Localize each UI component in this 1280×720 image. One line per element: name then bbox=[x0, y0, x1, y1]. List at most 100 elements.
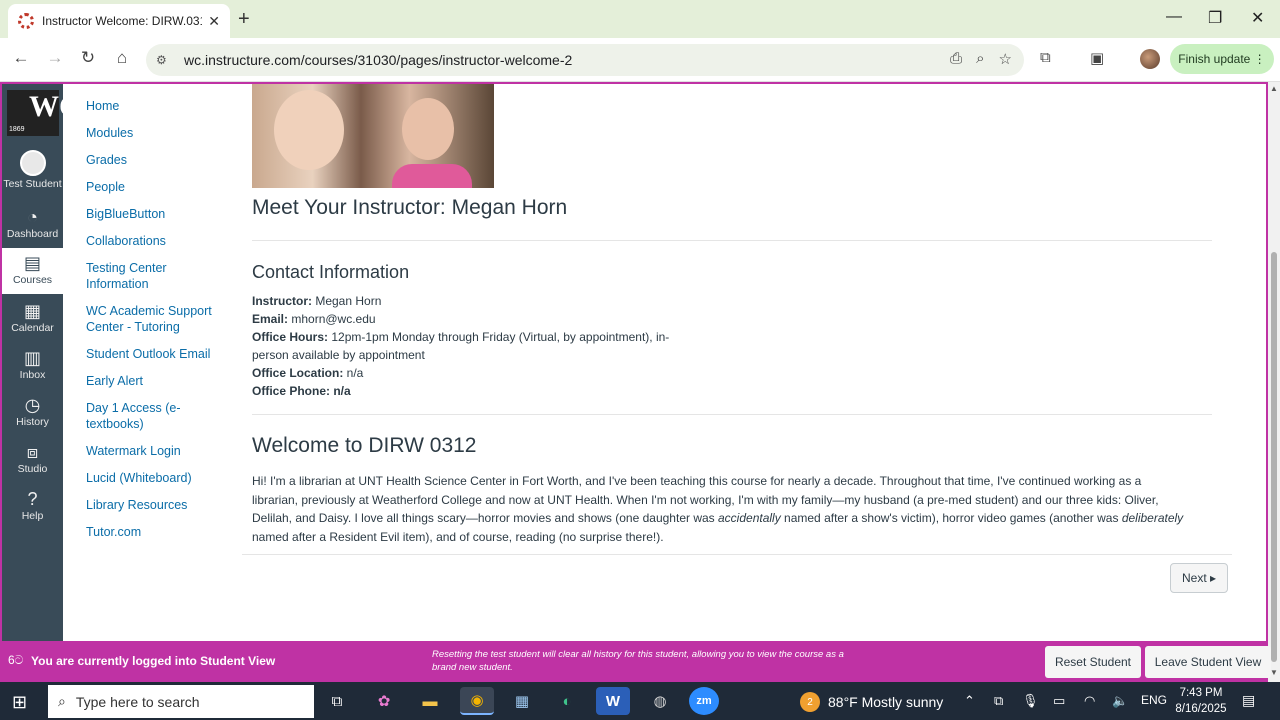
reload-button[interactable]: ↻ bbox=[77, 48, 99, 68]
browser-toolbar: ← → ↻ ⌂ ⚙ wc.instructure.com/courses/310… bbox=[0, 38, 1280, 82]
course-nav-modules[interactable]: Modules bbox=[86, 125, 226, 141]
studio-icon: ⧈ bbox=[26, 442, 39, 462]
divider bbox=[252, 414, 1212, 415]
course-nav-academic-support[interactable]: WC Academic Support Center - Tutoring bbox=[86, 303, 226, 335]
course-nav-tutor[interactable]: Tutor.com bbox=[86, 524, 226, 540]
instructor-bio: Hi! I'm a librarian at UNT Health Scienc… bbox=[252, 474, 1184, 544]
battery-icon[interactable]: ▭ bbox=[1053, 693, 1065, 709]
snipping-tool-icon[interactable]: ◍ bbox=[643, 687, 677, 715]
site-info-icon[interactable]: ⚙ bbox=[156, 53, 174, 67]
search-icon: ⌕ bbox=[58, 693, 66, 709]
course-nav-lucid[interactable]: Lucid (Whiteboard) bbox=[86, 470, 226, 486]
microphone-icon[interactable]: 🎙 bbox=[1022, 693, 1039, 709]
dashboard-icon: ◔ bbox=[27, 207, 38, 227]
help-icon: ? bbox=[27, 489, 38, 509]
page-scrollbar[interactable]: ▲ ▼ bbox=[1268, 82, 1280, 682]
gnav-calendar[interactable]: ▦ Calendar bbox=[2, 300, 63, 346]
avatar bbox=[19, 150, 46, 176]
course-nav-people[interactable]: People bbox=[86, 179, 226, 195]
file-explorer-icon[interactable]: ▬ bbox=[413, 687, 447, 715]
course-nav-library[interactable]: Library Resources bbox=[86, 497, 226, 513]
language-indicator[interactable]: ENG bbox=[1141, 693, 1167, 707]
courses-icon: ▤ bbox=[23, 253, 41, 273]
volume-icon[interactable]: 🔈 bbox=[1112, 693, 1128, 709]
weather-icon: 2 bbox=[800, 692, 820, 712]
canvas-favicon-icon bbox=[18, 13, 34, 29]
next-button[interactable]: Next ▸ bbox=[1170, 563, 1228, 593]
gnav-account[interactable]: Test Student bbox=[2, 150, 63, 196]
windows-taskbar: ⊞ ⌕ Type here to search ⧉ ✿ ▬ ◉ ▦ ◐ W ◍ … bbox=[0, 682, 1280, 720]
divider bbox=[242, 554, 1232, 555]
student-view-message: You are currently logged into Student Vi… bbox=[31, 654, 276, 668]
history-icon: ◷ bbox=[24, 395, 41, 415]
taskbar-search[interactable]: ⌕ Type here to search bbox=[48, 685, 314, 718]
edge-icon[interactable]: ◐ bbox=[550, 687, 584, 715]
weather-text: 88°F Mostly sunny bbox=[828, 694, 944, 710]
meet-instructor-heading: Meet Your Instructor: Megan Horn bbox=[252, 196, 568, 219]
forward-button[interactable]: → bbox=[44, 48, 66, 68]
install-icon[interactable]: ⎙ bbox=[950, 50, 962, 68]
scroll-down-icon[interactable]: ▼ bbox=[1270, 668, 1278, 677]
calculator-icon[interactable]: ▦ bbox=[505, 687, 539, 715]
course-nav-early-alert[interactable]: Early Alert bbox=[86, 373, 226, 389]
tab-title: Instructor Welcome: DIRW.0312 bbox=[42, 14, 203, 28]
course-nav-testing-center[interactable]: Testing Center Information bbox=[86, 260, 226, 292]
gnav-history[interactable]: ◷ History bbox=[2, 394, 63, 440]
meet-now-icon[interactable]: ⧉ bbox=[994, 693, 1003, 709]
leave-student-view-button[interactable]: Leave Student View bbox=[1145, 646, 1271, 678]
word-icon[interactable]: W bbox=[596, 687, 630, 715]
student-view-bar: 6ට You are currently logged into Student… bbox=[0, 641, 1271, 682]
scroll-up-icon[interactable]: ▲ bbox=[1270, 84, 1278, 93]
browser-tab-bar: Instructor Welcome: DIRW.0312 ✕ + — ❐ ✕ bbox=[0, 0, 1280, 38]
extensions-icon[interactable]: ⧉ bbox=[1040, 49, 1051, 66]
windows-start-icon[interactable]: ⊞ bbox=[12, 692, 27, 713]
url-text: wc.instructure.com/courses/31030/pages/i… bbox=[184, 52, 573, 68]
inbox-icon: ▥ bbox=[23, 348, 41, 368]
course-nav-bigbluebutton[interactable]: BigBlueButton bbox=[86, 206, 226, 222]
wifi-icon[interactable]: ◠ bbox=[1084, 693, 1095, 709]
divider bbox=[252, 240, 1212, 241]
reset-student-button[interactable]: Reset Student bbox=[1045, 646, 1141, 678]
gnav-courses[interactable]: ▤ Courses bbox=[2, 248, 63, 294]
show-hidden-icons-icon[interactable]: ⌃ bbox=[964, 693, 975, 709]
gnav-studio[interactable]: ⧈ Studio bbox=[2, 441, 63, 487]
welcome-heading: Welcome to DIRW 0312 bbox=[252, 434, 477, 457]
calendar-icon: ▦ bbox=[23, 301, 41, 321]
course-nav-outlook-email[interactable]: Student Outlook Email bbox=[86, 346, 226, 362]
notification-icon[interactable]: ▤ bbox=[1242, 692, 1255, 709]
course-nav-home[interactable]: Home bbox=[86, 98, 226, 114]
gnav-inbox[interactable]: ▥ Inbox bbox=[2, 347, 63, 393]
search-placeholder: Type here to search bbox=[75, 693, 200, 710]
new-tab-button[interactable]: + bbox=[238, 8, 250, 31]
task-view-icon[interactable]: ⧉ bbox=[320, 687, 354, 715]
scrollbar-thumb[interactable] bbox=[1271, 252, 1277, 662]
student-view-icon: 6ට bbox=[8, 653, 24, 667]
course-nav-collaborations[interactable]: Collaborations bbox=[86, 233, 226, 249]
browser-tab[interactable]: Instructor Welcome: DIRW.0312 ✕ bbox=[8, 4, 230, 38]
star-icon[interactable]: ☆ bbox=[999, 50, 1012, 68]
course-nav-watermark[interactable]: Watermark Login bbox=[86, 443, 226, 459]
sidepanel-icon[interactable]: ▣ bbox=[1090, 49, 1104, 67]
course-nav-grades[interactable]: Grades bbox=[86, 152, 226, 168]
copilot-icon[interactable]: ✿ bbox=[367, 687, 401, 715]
gnav-dashboard[interactable]: ◔ Dashboard bbox=[2, 206, 63, 252]
close-window-button[interactable]: ✕ bbox=[1251, 8, 1264, 28]
back-button[interactable]: ← bbox=[10, 48, 32, 68]
home-button[interactable]: ⌂ bbox=[111, 48, 133, 68]
profile-avatar[interactable] bbox=[1140, 49, 1160, 69]
zoom-app-icon[interactable]: zm bbox=[689, 687, 719, 715]
course-navigation: Home Modules Grades People BigBlueButton… bbox=[86, 98, 226, 551]
address-bar[interactable]: ⚙ wc.instructure.com/courses/31030/pages… bbox=[146, 44, 1024, 76]
course-nav-day1-access[interactable]: Day 1 Access (e-textbooks) bbox=[86, 400, 226, 432]
restore-button[interactable]: ❐ bbox=[1208, 8, 1222, 28]
gnav-help[interactable]: ? Help bbox=[2, 488, 63, 534]
taskbar-clock[interactable]: 7:43 PM 8/16/2025 bbox=[1168, 685, 1234, 717]
global-navigation: WC 1869 Test Student ◔ Dashboard ▤ Cours… bbox=[2, 84, 81, 682]
minimize-button[interactable]: — bbox=[1166, 8, 1182, 26]
zoom-icon[interactable]: ⌕ bbox=[976, 50, 984, 68]
college-logo[interactable]: WC 1869 bbox=[7, 90, 81, 136]
finish-update-button[interactable]: Finish update ⋮ bbox=[1170, 44, 1274, 74]
tab-close-icon[interactable]: ✕ bbox=[208, 13, 220, 30]
weather-widget[interactable]: 2 88°F Mostly sunny bbox=[800, 692, 943, 712]
chrome-icon[interactable]: ◉ bbox=[460, 687, 494, 715]
